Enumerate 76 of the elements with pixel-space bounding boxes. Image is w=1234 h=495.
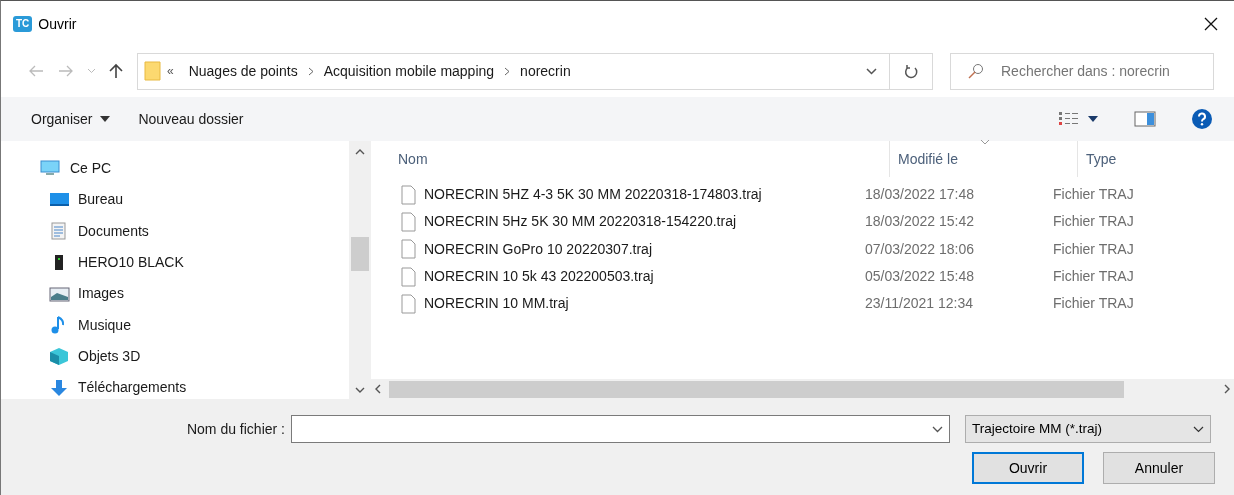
sidebar-item[interactable]: Images [1,278,124,310]
forward-arrow-icon [58,65,74,77]
toolbar-button[interactable]: Organiser [23,104,119,134]
scroll-up-icon [355,149,365,155]
column-header[interactable]: Nom [371,141,890,177]
scroll-right-icon [1224,384,1230,394]
column-header[interactable]: Modifié le [890,141,1078,177]
breadcrumb-item[interactable]: norecrin [516,60,575,82]
file-type: Fichier TRAJ [1053,267,1134,287]
file-icon [401,293,416,314]
breadcrumb-item[interactable]: Nuages de points [184,60,302,82]
close-icon [1204,17,1218,31]
file-name[interactable]: NORECRIN 5Hz 5K 30 MM 20220318-154220.traj [424,211,737,233]
file-name[interactable]: NORECRIN 5HZ 4-3 5K 30 MM 20220318-174803.traj [424,184,762,206]
sidebar-item[interactable]: Téléchargements [1,372,187,404]
back-arrow-icon [28,65,44,77]
file-icon [401,239,416,260]
refresh-button[interactable] [890,52,933,90]
open-button[interactable]: Ouvrir [972,452,1084,484]
modified-date: 18/03/2022 15:42 [865,212,975,232]
filename-field[interactable] [291,415,950,443]
search-field[interactable]: Rechercher dans : norecrin [950,52,1214,90]
sidebar-item[interactable]: Documents [1,215,149,247]
computer-icon [40,159,61,178]
file-name[interactable]: NORECRIN GoPro 10 20220307.traj [424,238,652,260]
image-icon [49,284,70,303]
app-logo: TC [13,16,33,32]
scroll-left-icon [375,384,381,394]
preview-pane-icon [1134,111,1156,127]
chevron-icon [504,66,511,76]
details-view-icon [1058,111,1080,127]
field-label: Nom du fichier : [185,419,286,439]
sidebar-item[interactable]: Bureau [1,184,124,216]
caret-icon [86,68,96,74]
scrollbar-thumb[interactable] [351,237,369,271]
chevron-down-icon [932,425,943,433]
cancel-button[interactable]: Annuler [1103,452,1215,484]
file-icon [401,211,416,232]
monitor-icon [49,190,70,209]
file-type: Fichier TRAJ [1053,185,1134,205]
file-name[interactable]: NORECRIN 10 MM.traj [424,293,569,315]
breadcrumb-item[interactable]: Acquisition mobile mapping [319,60,499,82]
file-type: Fichier TRAJ [1053,239,1134,259]
chevron-down-icon [865,67,877,75]
modified-date: 23/11/2021 12:34 [865,294,974,314]
refresh-icon [904,63,918,79]
modified-date: 05/03/2022 15:48 [865,267,975,287]
caret-icon [100,116,111,122]
window-title: Ouvrir [38,14,77,34]
file-icon [401,184,416,205]
sort-chevron-icon [980,139,990,145]
scrollbar-thumb[interactable] [389,380,1124,398]
cube-icon [49,347,70,366]
folder-icon [144,60,162,82]
caret-icon [1088,116,1098,122]
file-type: Fichier TRAJ [1053,212,1134,232]
chevron-down-icon [1193,425,1204,433]
sidebar-item[interactable]: Objets 3D [1,340,141,373]
overflow-chevron[interactable]: « [162,62,179,80]
file-icon [401,266,416,287]
scroll-down-icon [355,387,365,393]
modified-date: 07/03/2022 18:06 [865,239,975,259]
search-icon [968,62,984,79]
chevron-icon [307,66,314,76]
file-type-dropdown[interactable]: Trajectoire MM (*.traj) [965,415,1211,443]
sidebar-item[interactable]: HERO10 BLACK [1,246,184,279]
file-name[interactable]: NORECRIN 10 5k 43 202200503.traj [424,266,654,288]
modified-date: 18/03/2022 17:48 [865,185,975,205]
toolbar-button[interactable]: Nouveau dossier [130,104,252,134]
up-arrow-icon [109,63,123,79]
sidebar-item[interactable]: Ce PC [1,153,112,185]
column-header[interactable]: Type [1078,141,1228,177]
sidebar-item[interactable]: Musique [1,309,131,341]
help-icon [1192,109,1212,129]
file-type: Fichier TRAJ [1053,294,1134,314]
down-arrow-icon [49,378,70,397]
